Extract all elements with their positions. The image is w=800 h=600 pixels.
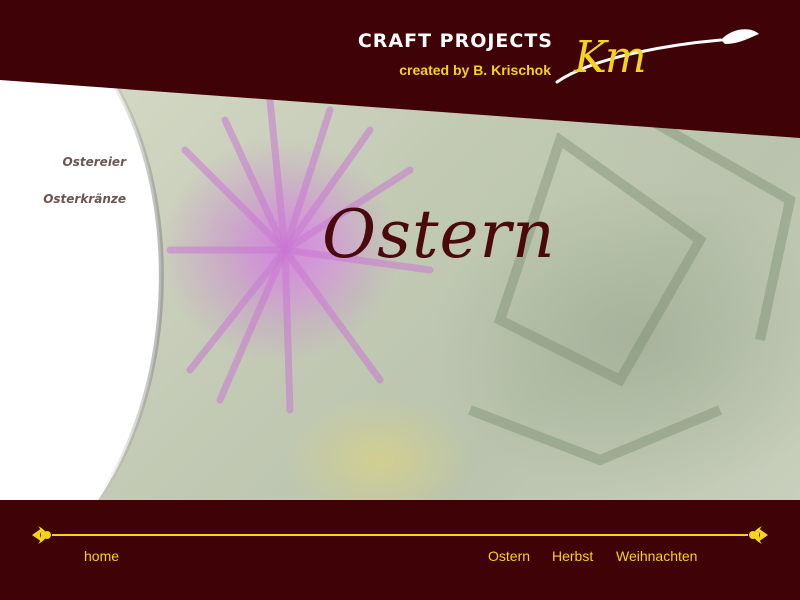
logo-text: Km [574,32,647,83]
flower-illustration [166,96,796,466]
side-navigation: Ostereier Osterkränze [0,150,140,224]
footer-link-herbst[interactable]: Herbst [552,548,593,564]
footer-link-weihnachten[interactable]: Weihnachten [616,548,697,564]
footer: home Ostern Herbst Weihnachten [0,500,800,600]
site-title[interactable]: CRAFT PROJECTS [358,30,553,52]
footer-ornament-divider [32,526,768,544]
footer-link-ostern[interactable]: Ostern [488,548,530,564]
sidenav-item-ostereier[interactable]: Ostereier [0,150,140,187]
hero-background-image [0,80,800,500]
page-title: Ostern [322,196,556,273]
footer-link-home[interactable]: home [84,548,119,564]
sidenav-item-osterkraenze[interactable]: Osterkränze [0,187,140,224]
site-subtitle: created by B. Krischok [399,62,551,78]
